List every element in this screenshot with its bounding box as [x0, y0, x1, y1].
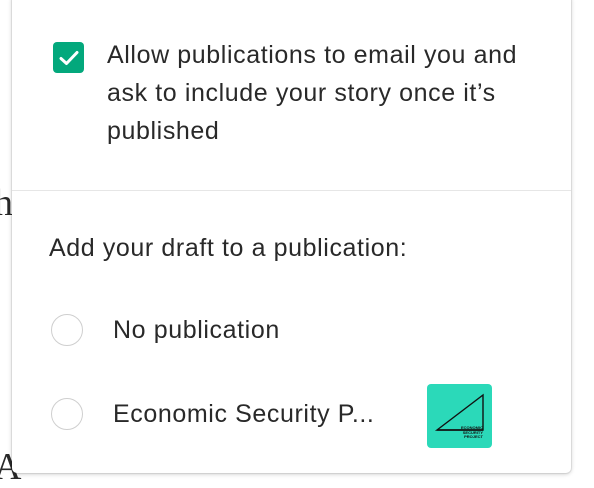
- checkmark-icon: [59, 50, 78, 65]
- publication-option-economic-security-project[interactable]: Economic Security P...: [51, 398, 374, 430]
- allow-emails-label[interactable]: Allow publications to email you and ask …: [107, 36, 527, 150]
- publication-option-none[interactable]: No publication: [51, 314, 280, 346]
- logo-text: ECONOMIC SECURITY PROJECT: [461, 425, 483, 439]
- publication-option-label: Economic Security P...: [113, 399, 375, 428]
- publication-option-label: No publication: [113, 315, 280, 344]
- allow-emails-section: Allow publications to email you and ask …: [12, 0, 571, 191]
- economic-security-project-logo: ECONOMIC SECURITY PROJECT: [427, 384, 492, 448]
- radio-button[interactable]: [51, 314, 83, 346]
- publication-settings-popover: Allow publications to email you and ask …: [12, 0, 571, 473]
- publication-heading: Add your draft to a publication:: [49, 234, 408, 262]
- radio-button[interactable]: [51, 398, 83, 430]
- allow-emails-checkbox[interactable]: [53, 42, 84, 73]
